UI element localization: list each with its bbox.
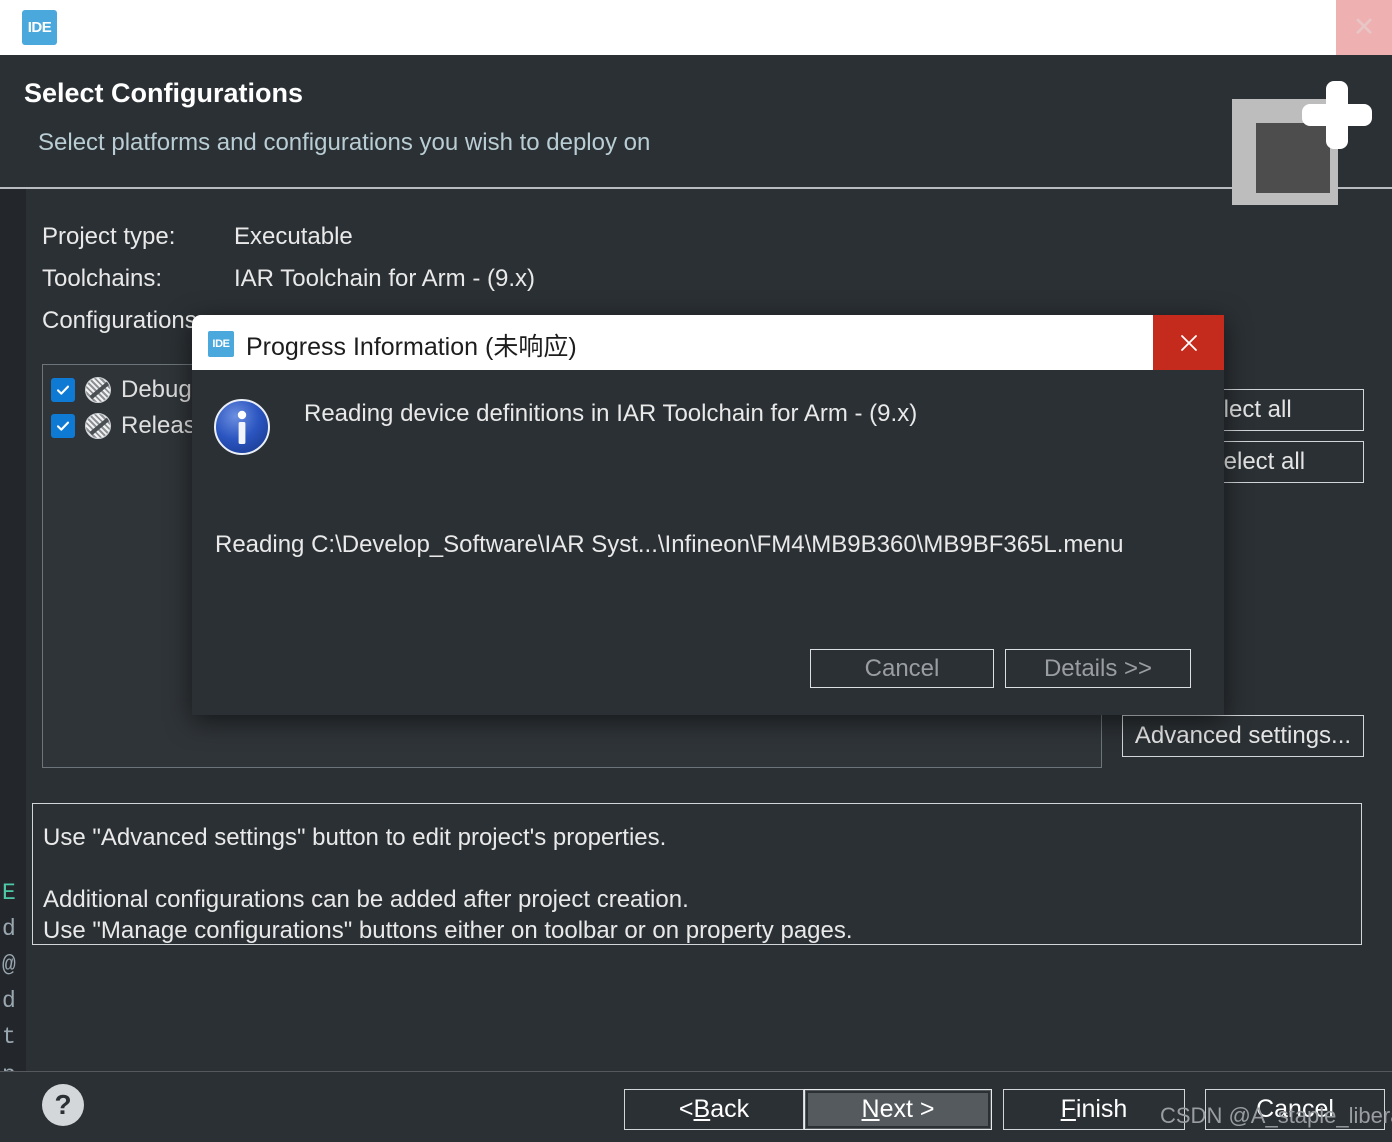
next-accel: N: [861, 1095, 880, 1123]
description-line-4: Use "Manage configurations" buttons eith…: [43, 917, 853, 944]
page-subtitle: Select platforms and configurations you …: [38, 129, 651, 156]
list-item-label: Debug: [121, 376, 192, 403]
description-line-3: Additional configurations can be added a…: [43, 886, 689, 913]
close-icon: ✕: [1352, 12, 1376, 42]
next-button[interactable]: Next >: [804, 1089, 992, 1130]
checkbox-debug[interactable]: [51, 378, 75, 402]
window-close-button[interactable]: ✕: [1336, 0, 1392, 55]
dialog-cancel-button[interactable]: Cancel: [810, 649, 994, 688]
configurations-label: Configurations:: [42, 307, 204, 334]
back-prefix: <: [678, 1095, 694, 1123]
progress-information-dialog: IDE Progress Information (未响应) Reading d…: [192, 315, 1224, 715]
cancel-button[interactable]: Cancel: [1205, 1089, 1385, 1130]
advanced-settings-button[interactable]: Advanced settings...: [1122, 715, 1364, 757]
new-project-banner-icon: [1232, 81, 1372, 205]
finish-accel: F: [1060, 1095, 1076, 1123]
configuration-globe-icon: [85, 377, 111, 403]
dialog-detail-path: Reading C:\Develop_Software\IAR Syst...\…: [215, 531, 1124, 558]
new-project-inner: [1256, 123, 1330, 193]
dialog-title: Progress Information (未响应): [246, 333, 577, 361]
list-item[interactable]: Debug: [51, 373, 192, 407]
page-title: Select Configurations: [24, 78, 304, 108]
plus-horizontal-bar: [1302, 104, 1372, 126]
project-type-value: Executable: [234, 223, 353, 250]
finish-rest: inish: [1075, 1095, 1128, 1123]
configuration-globe-icon: [85, 413, 111, 439]
description-line-1: Use "Advanced settings" button to edit p…: [43, 824, 667, 851]
project-type-label: Project type:: [42, 223, 176, 250]
dialog-titlebar: IDE Progress Information (未响应): [192, 315, 1224, 370]
dialog-ide-logo-text: IDE: [212, 337, 230, 350]
back-button[interactable]: < Back: [624, 1089, 804, 1130]
help-glyph: ?: [54, 1089, 72, 1120]
finish-button[interactable]: Finish: [1003, 1089, 1185, 1130]
toolchains-value: IAR Toolchain for Arm - (9.x): [234, 265, 535, 292]
back-accel: B: [693, 1095, 711, 1123]
list-item[interactable]: Release: [51, 409, 209, 443]
ide-logo-icon: IDE: [22, 10, 57, 45]
window-titlebar: IDE ✕: [0, 0, 1392, 55]
dialog-message: Reading device definitions in IAR Toolch…: [304, 400, 918, 427]
dialog-ide-logo-icon: IDE: [208, 331, 234, 357]
next-rest: ext >: [879, 1095, 935, 1123]
wizard-footer: ? < Back Next > Finish Cancel: [0, 1071, 1392, 1142]
dialog-details-button[interactable]: Details >>: [1005, 649, 1191, 688]
help-icon[interactable]: ?: [42, 1084, 84, 1126]
checkbox-release[interactable]: [51, 414, 75, 438]
application-window: E d @ d t p IDE ✕ Select Configurations …: [0, 0, 1392, 1142]
toolchains-label: Toolchains:: [42, 265, 163, 292]
description-panel: Use "Advanced settings" button to edit p…: [32, 803, 1362, 945]
dialog-close-button[interactable]: [1153, 315, 1224, 370]
close-icon: [1180, 334, 1197, 351]
info-icon: [213, 398, 271, 456]
wizard-header: Select Configurations Select platforms a…: [0, 55, 1392, 205]
ide-logo-text: IDE: [27, 19, 52, 36]
back-rest: ack: [710, 1095, 750, 1123]
